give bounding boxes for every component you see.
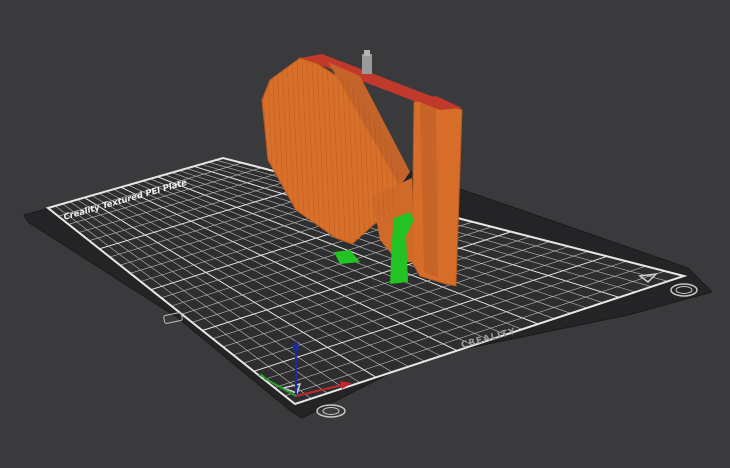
fan-grille-icon [316, 404, 346, 418]
top-pin [362, 50, 372, 74]
3d-viewport[interactable]: Creality Textured PEI Plate CREALITY [0, 0, 730, 468]
build-plate-scene[interactable]: Creality Textured PEI Plate CREALITY [0, 0, 730, 468]
